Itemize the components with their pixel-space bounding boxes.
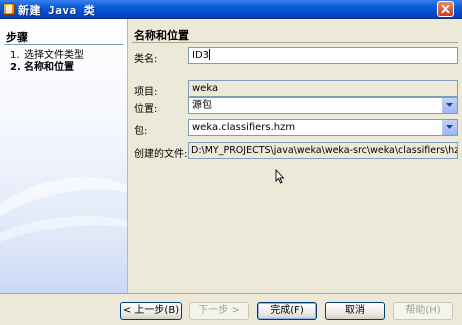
back-button[interactable]: < 上一步(B) bbox=[120, 302, 182, 320]
next-button[interactable]: 下一步 > bbox=[189, 302, 249, 320]
location-dropdown-button[interactable] bbox=[442, 98, 457, 113]
step-label: 名称和位置 bbox=[24, 62, 74, 73]
java-class-icon bbox=[3, 3, 15, 15]
step-number: 2. bbox=[10, 62, 21, 73]
section-divider bbox=[132, 42, 458, 43]
chevron-down-icon bbox=[446, 103, 453, 107]
title-bar: 新建 Java 类 bbox=[0, 0, 462, 19]
class-name-value: ID3 bbox=[192, 50, 210, 61]
class-name-label: 类名: bbox=[134, 54, 158, 65]
created-file-value: D:\MY_PROJECTS\java\weka\weka-src\weka\c… bbox=[191, 145, 457, 156]
form-panel: 名称和位置 类名: ID3 项目: weka 位置: 源包 包: weka.cl… bbox=[128, 19, 462, 293]
package-value: weka.classifiers.hzm bbox=[192, 122, 296, 133]
project-label: 项目: bbox=[134, 87, 158, 98]
finish-button[interactable]: 完成(F) bbox=[257, 302, 317, 320]
package-select[interactable]: weka.classifiers.hzm bbox=[188, 119, 458, 136]
project-field: weka bbox=[188, 80, 458, 97]
close-icon bbox=[441, 5, 450, 13]
window-title: 新建 Java 类 bbox=[18, 4, 96, 17]
created-file-label: 创建的文件: bbox=[134, 149, 188, 160]
location-label: 位置: bbox=[134, 104, 158, 115]
steps-header: 步骤 bbox=[6, 31, 28, 44]
chevron-down-icon bbox=[446, 125, 453, 129]
project-value: weka bbox=[192, 83, 219, 94]
step-item-name-and-location: 2. 名称和位置 bbox=[10, 58, 74, 73]
section-title: 名称和位置 bbox=[134, 29, 189, 42]
close-button[interactable] bbox=[437, 1, 454, 17]
created-file-field: D:\MY_PROJECTS\java\weka\weka-src\weka\c… bbox=[188, 142, 458, 159]
package-label: 包: bbox=[134, 126, 148, 137]
text-caret bbox=[209, 49, 211, 60]
location-select[interactable]: 源包 bbox=[188, 97, 458, 114]
package-dropdown-button[interactable] bbox=[442, 120, 457, 135]
location-value: 源包 bbox=[192, 100, 212, 111]
steps-divider bbox=[4, 44, 123, 45]
class-name-input[interactable]: ID3 bbox=[188, 47, 458, 64]
mouse-pointer-icon bbox=[275, 169, 285, 184]
cancel-button[interactable]: 取消 bbox=[325, 302, 385, 320]
help-button[interactable]: 帮助(H) bbox=[393, 302, 453, 320]
steps-panel: 步骤 1. 选择文件类型 2. 名称和位置 bbox=[0, 19, 128, 293]
button-bar: < 上一步(B) 下一步 > 完成(F) 取消 帮助(H) bbox=[0, 293, 462, 325]
